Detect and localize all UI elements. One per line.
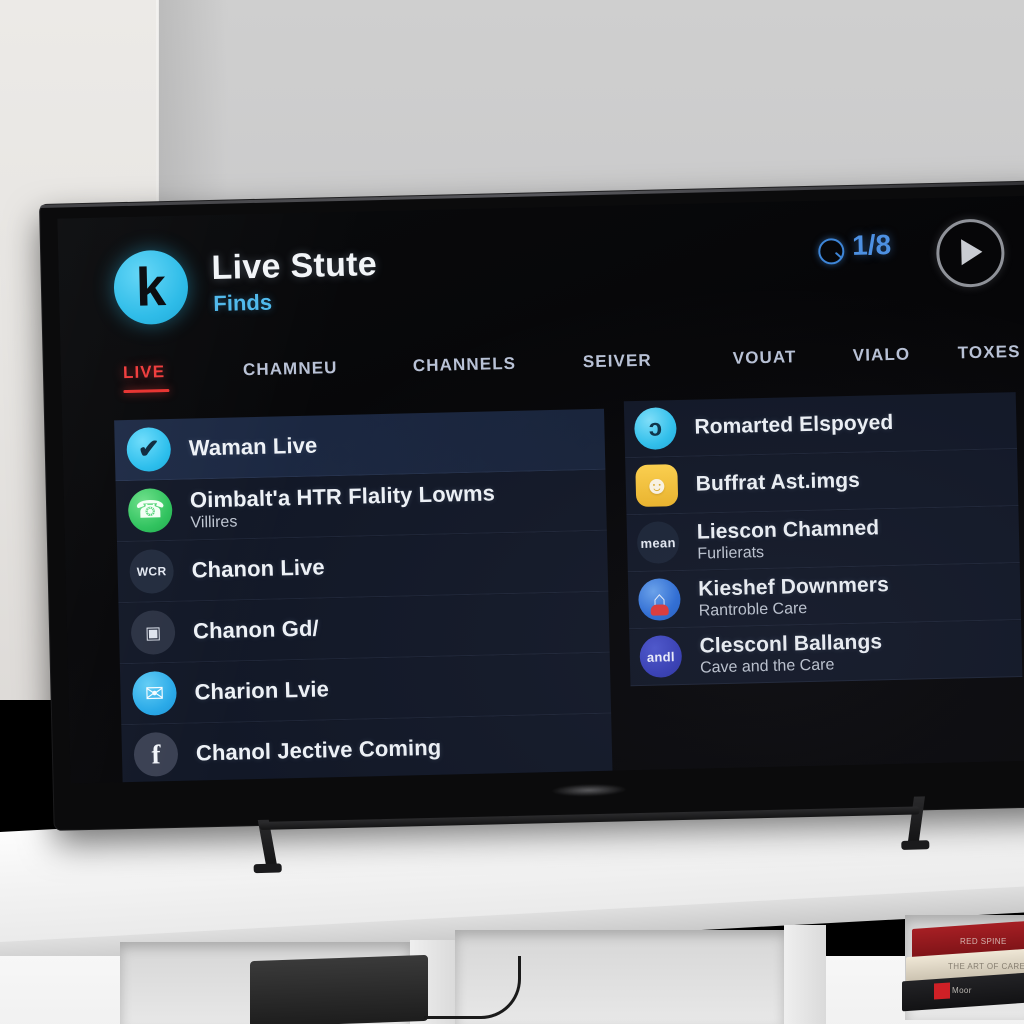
list-item-text: Clesconl Ballangs Cave and the Care (699, 630, 883, 677)
console-divider-right (784, 925, 826, 1024)
icon-glyph: mean (640, 534, 676, 551)
tab-vialo[interactable]: VIALO (853, 345, 911, 366)
list-item[interactable]: ☎ Oimbalt'a HTR Flality Lowms Villires (115, 469, 607, 543)
search-icon[interactable] (818, 238, 845, 265)
play-button[interactable] (935, 218, 1006, 288)
wcr-badge-icon: WCR (129, 548, 175, 594)
icon-glyph: f (151, 738, 161, 770)
header-actions: 1/8 (818, 218, 1019, 288)
icon-glyph: ▣ (144, 622, 162, 643)
book-black-mark (934, 982, 950, 1000)
tab-live[interactable]: LIVE (123, 362, 166, 383)
television: k Live Stute Finds 1/8 LIVE CHAMNEU CHANNE… (40, 181, 1024, 874)
mean-badge-icon: mean (636, 521, 680, 565)
list-item[interactable]: ⌂ Kieshef Downmers Rantroble Care (627, 563, 1022, 630)
tab-channels[interactable]: CHANNELS (413, 354, 517, 376)
andl-badge-icon: andl (639, 635, 683, 678)
list-item-text: Waman Live (188, 433, 317, 462)
app-ui: k Live Stute Finds 1/8 LIVE CHAMNEU CHANNE… (57, 196, 1024, 784)
list-item[interactable]: WCR Chanon Live (116, 530, 609, 604)
list-item[interactable]: ☻ Buffrat Ast.imgs (625, 449, 1019, 516)
twitter-bird-icon: ✉ (132, 670, 178, 716)
channel-list-right[interactable]: ɔ Romarted Elspoyed ☻ Buffrat Ast.imgs mean L… (623, 392, 1023, 687)
media-screen-icon: ▣ (130, 609, 176, 655)
icon-glyph: ✉ (144, 679, 165, 707)
icon-glyph: ☎ (134, 496, 166, 524)
list-item[interactable]: ▣ Chanon Gd/ (118, 591, 610, 665)
list-item-text: Liescon Chamned Furlierats (697, 516, 880, 563)
list-item-text: Charion Lvie (194, 676, 329, 705)
list-item-title: Buffrat Ast.imgs (695, 468, 861, 496)
phone-icon: ☎ (127, 487, 173, 534)
list-item-title: Charion Lvie (194, 676, 330, 705)
tv-foot-left (253, 863, 282, 874)
tab-chamneu[interactable]: CHAMNEU (243, 358, 338, 380)
list-item-text: Chanol Jective Coming (196, 735, 442, 767)
set-top-box (250, 954, 428, 1024)
verified-check-icon: ✔ (126, 426, 172, 473)
facebook-icon: f (133, 731, 179, 777)
book-red-title: RED SPINE (960, 937, 1007, 946)
icon-glyph: ☻ (643, 470, 671, 500)
list-item-title: Chanon Gd/ (192, 615, 319, 644)
list-item[interactable]: ✔ Waman Live (114, 408, 606, 482)
icon-glyph: ✔ (137, 433, 161, 464)
list-item[interactable]: ɔ Romarted Elspoyed (623, 392, 1018, 459)
list-item-title: Clesconl Ballangs (699, 629, 883, 658)
list-item[interactable]: mean Liescon Chamned Furlierats (626, 506, 1020, 573)
icon-glyph: ⌂ (652, 586, 667, 612)
list-item-text: Romarted Elspoyed (694, 411, 893, 440)
icon-glyph: WCR (136, 564, 167, 579)
logo-k-glyph: k (135, 257, 167, 318)
list-item-text: Kieshef Downmers Rantroble Care (698, 573, 890, 620)
tab-toxes[interactable]: TOXES (958, 342, 1021, 363)
tab-active-indicator (123, 389, 170, 394)
list-item-title: Chanol Jective Coming (195, 734, 442, 766)
page-title: Live Stute (211, 245, 378, 287)
page-counter: 1/8 (851, 228, 892, 261)
list-item-title: Liescon Chamned (696, 515, 880, 544)
list-item-title: Waman Live (188, 432, 318, 461)
list-item-title: Kieshef Downmers (697, 572, 890, 601)
list-item-text: Oimbalt'a HTR Flality Lowms Villires (190, 480, 496, 532)
spiral-circle-icon: ɔ (633, 407, 677, 451)
list-item-text: Buffrat Ast.imgs (695, 469, 860, 497)
list-item-title: Romarted Elspoyed (694, 410, 894, 439)
room-scene: RED SPINE THE ART OF CARE Moor k Live St… (0, 0, 1024, 1024)
book-cream-title: THE ART OF CARE (948, 962, 1024, 971)
icon-glyph: andl (646, 648, 675, 665)
list-item[interactable]: ✉ Charion Lvie (119, 652, 612, 726)
play-icon (961, 238, 983, 266)
house-icon: ⌂ (637, 578, 681, 622)
list-item-subtitle: Rantroble Care (698, 599, 808, 620)
tv-foot-right (901, 840, 930, 850)
book-black-title: Moor (952, 986, 972, 995)
tv-screen: k Live Stute Finds 1/8 LIVE CHAMNEU CHANNE… (57, 195, 1024, 784)
list-item-subtitle: Furlierats (697, 543, 765, 563)
ghost-icon: ☻ (635, 464, 679, 508)
page-subtitle: Finds (213, 289, 273, 316)
list-item-title: Chanon Live (191, 554, 326, 583)
tv-brand-logo (551, 783, 627, 798)
list-item-subtitle: Cave and the Care (699, 655, 835, 677)
list-item-text: Chanon Gd/ (193, 616, 319, 645)
app-logo: k (113, 249, 189, 326)
list-item-text: Chanon Live (191, 554, 325, 583)
tab-seiver[interactable]: SEIVER (583, 351, 652, 373)
channel-list-left[interactable]: ✔ Waman Live ☎ Oimbalt'a HTR Flality Lowms V… (114, 408, 613, 784)
tab-vouat[interactable]: VOUAT (733, 347, 797, 368)
icon-glyph: ɔ (648, 414, 663, 442)
power-cable (424, 956, 521, 1019)
list-item[interactable]: andl Clesconl Ballangs Cave and the Care (629, 620, 1023, 687)
